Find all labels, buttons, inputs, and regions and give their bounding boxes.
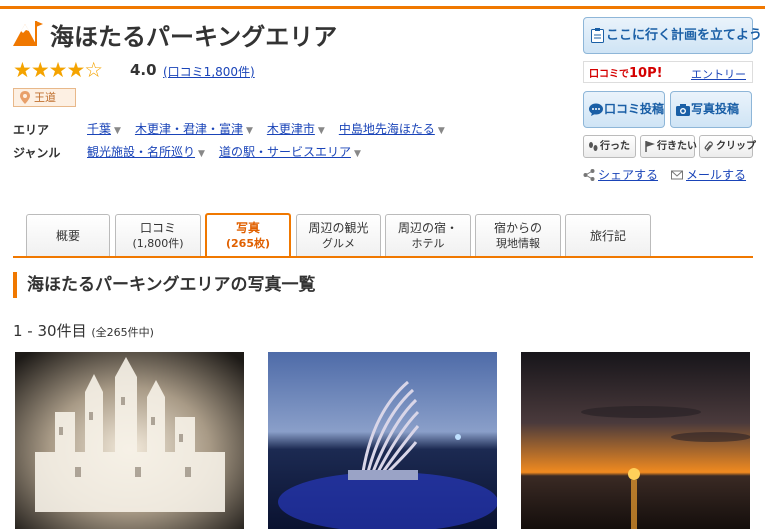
flag-icon — [645, 141, 655, 152]
tab-label: 旅行記 — [589, 228, 626, 243]
dropdown-arrow-icon[interactable]: ▼ — [354, 149, 361, 159]
tabs-underline — [13, 256, 753, 258]
tab-label: 周辺の宿・ — [397, 221, 458, 235]
promo-text: 口コミで10P! — [589, 65, 663, 81]
post-photo-button[interactable]: 写真投稿 — [670, 91, 752, 128]
top-accent-line — [0, 6, 765, 9]
mountain-icon — [13, 21, 43, 46]
dropdown-arrow-icon[interactable]: ▼ — [438, 126, 445, 136]
area-link-umihotaru[interactable]: 中島地先海ほたる — [339, 122, 435, 136]
want-to-go-label: 行きたい — [657, 141, 697, 152]
review-count-link[interactable]: (口コミ1,800件) — [163, 63, 255, 80]
tab-local-info[interactable]: 宿からの 現地情報 — [475, 214, 561, 257]
footprint-icon — [589, 142, 598, 151]
share-link[interactable]: シェアする — [583, 166, 658, 183]
genre-link-service-area[interactable]: 道の駅・サービスエリア — [219, 145, 351, 159]
area-link-chiba[interactable]: 千葉 — [87, 122, 111, 136]
tab-sublabel: グルメ — [322, 237, 355, 250]
tab-label: 宿からの — [493, 221, 542, 235]
tab-sublabel: (1,800件) — [132, 237, 184, 250]
dropdown-arrow-icon[interactable]: ▼ — [318, 126, 325, 136]
camera-icon — [676, 104, 690, 116]
page-title: 海ほたるパーキングエリア — [50, 23, 338, 51]
tab-nearby-hotels[interactable]: 周辺の宿・ ホテル — [385, 214, 471, 257]
post-review-label: 口コミ投稿 — [604, 102, 665, 116]
tab-sublabel: (265枚) — [225, 237, 271, 250]
mail-icon — [671, 170, 683, 180]
genre-link-sightseeing[interactable]: 観光施設・名所巡り — [87, 145, 195, 159]
share-label[interactable]: シェアする — [598, 168, 658, 182]
entry-link[interactable]: エントリー — [691, 66, 746, 82]
count-total: (全265件中) — [91, 326, 154, 339]
dropdown-arrow-icon[interactable]: ▼ — [198, 149, 205, 159]
plan-trip-button[interactable]: ここに行く計画を立てよう — [583, 17, 762, 54]
rating-score: 4.0 — [130, 61, 157, 79]
photo-thumbnail-paper-castle[interactable] — [15, 352, 244, 529]
promo-points: 10P! — [629, 66, 663, 81]
badge-label: 王道 — [34, 91, 56, 104]
photo-thumbnail-sunset[interactable] — [521, 352, 750, 529]
paperclip-icon — [704, 141, 713, 152]
speech-bubble-icon — [589, 103, 603, 116]
area-list: 千葉 ▼ 木更津・君津・富津 ▼ 木更津市 ▼ 中島地先海ほたる ▼ — [87, 120, 459, 137]
area-link-kisarazu-region[interactable]: 木更津・君津・富津 — [135, 122, 243, 136]
went-label: 行った — [600, 141, 630, 152]
star-rating: ★★★★☆ — [13, 58, 103, 82]
tab-label: 概要 — [55, 228, 80, 243]
section-title: 海ほたるパーキングエリアの写真一覧 — [13, 272, 316, 298]
dropdown-arrow-icon[interactable]: ▼ — [114, 126, 121, 136]
went-button[interactable]: 行った — [583, 135, 636, 158]
pin-icon — [20, 91, 30, 104]
tab-nearby-sightseeing[interactable]: 周辺の観光 グルメ — [296, 214, 381, 257]
post-review-button[interactable]: 口コミ投稿 — [583, 91, 665, 128]
mail-label[interactable]: メールする — [686, 168, 746, 182]
clip-button[interactable]: クリップ — [699, 135, 756, 158]
photo-thumbnail-wind-sculpture[interactable] — [268, 352, 497, 529]
tab-overview[interactable]: 概要 — [26, 214, 110, 257]
count-range: 1 - 30件目 — [13, 322, 87, 340]
review-points-promo: 口コミで10P! エントリー — [583, 61, 753, 83]
mail-link[interactable]: メールする — [671, 166, 746, 183]
clipboard-icon — [591, 28, 604, 43]
tab-label: 周辺の観光 — [308, 221, 369, 235]
post-photo-label: 写真投稿 — [691, 102, 740, 116]
plan-trip-label: ここに行く計画を立てよう — [606, 28, 763, 43]
tab-sublabel: ホテル — [411, 237, 445, 250]
tab-label: 口コミ — [139, 221, 176, 235]
promo-prefix: 口コミで — [589, 69, 629, 80]
result-count: 1 - 30件目 (全265件中) — [13, 320, 154, 341]
tab-travelogue[interactable]: 旅行記 — [565, 214, 651, 257]
share-icon — [583, 169, 595, 181]
genre-label: ジャンル — [13, 146, 61, 160]
want-to-go-button[interactable]: 行きたい — [640, 135, 697, 158]
tab-sublabel: 現地情報 — [496, 237, 540, 250]
tab-label: 写真 — [235, 221, 260, 235]
clip-label: クリップ — [716, 141, 756, 152]
area-label: エリア — [13, 123, 50, 137]
genre-list: 観光施設・名所巡り ▼ 道の駅・サービスエリア ▼ — [87, 143, 375, 160]
dropdown-arrow-icon[interactable]: ▼ — [246, 126, 253, 136]
area-link-kisarazu-city[interactable]: 木更津市 — [267, 122, 315, 136]
tab-photos[interactable]: 写真 (265枚) — [205, 213, 291, 257]
classic-badge: 王道 — [13, 88, 76, 107]
tab-reviews[interactable]: 口コミ (1,800件) — [115, 214, 201, 257]
